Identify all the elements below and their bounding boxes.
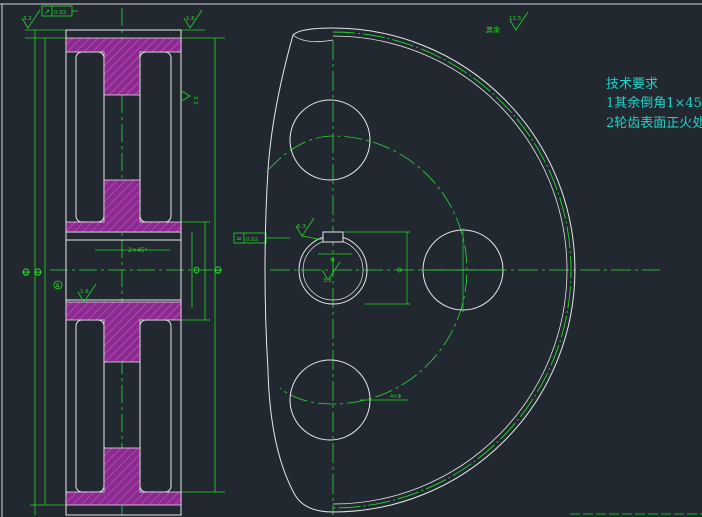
keyway xyxy=(322,231,344,243)
notes-line-1: 1其余倒角1×45° xyxy=(606,95,702,111)
tolerance-frame-top: ↗ 0.02 xyxy=(41,5,78,17)
tolerance-mid-symbol: = xyxy=(236,235,242,243)
roughness-lower-left: 1.6 xyxy=(77,283,97,303)
roughness-top-right: 其余 12.5 xyxy=(486,11,529,34)
hatch-upper-hub xyxy=(65,179,182,233)
roughness-top-left-value: 3.2 xyxy=(23,16,32,22)
tolerance-top-value: 0.02 xyxy=(54,10,66,16)
roughness-right-side-value: 3.2 xyxy=(192,96,198,105)
roughness-top-mid: 1.6 xyxy=(181,9,205,31)
roughness-keyway-bottom-value: 3.2 xyxy=(323,278,332,284)
hatch-lower-hub xyxy=(65,301,182,363)
roughness-top-right-label: 其余 xyxy=(486,25,500,34)
roughness-lower-left-value: 1.6 xyxy=(80,289,89,295)
roughness-keyway: 6.3 xyxy=(295,217,324,241)
hatch-bottom-rim xyxy=(65,447,182,506)
chamfer-label: 2×45° xyxy=(128,247,147,254)
gear-drawing-canvas: Φ Φ Φ Φ 2×45° A 3.2 ↗ 0.02 1.6 3.2 1.6 =… xyxy=(0,3,702,517)
tolerance-frame-mid: = 0.02 xyxy=(233,232,290,244)
technical-requirements: 技术要求 1其余倒角1×45° 2轮齿表面正火处理 xyxy=(606,77,702,131)
left-mid-dim-label: Φ xyxy=(32,267,45,276)
right-outer-dim-label: Φ xyxy=(212,265,225,274)
hole-center-marks xyxy=(420,228,506,312)
hole-label: 4×Φ xyxy=(390,394,401,400)
roughness-top-mid-value: 1.6 xyxy=(186,16,195,22)
hatched-sections xyxy=(65,37,182,506)
gear-rim-outline xyxy=(65,29,182,516)
roughness-top-left: 3.2 xyxy=(21,9,41,29)
roughness-keyway-value: 6.3 xyxy=(297,224,306,230)
roughness-top-right-value: 12.5 xyxy=(509,16,522,22)
notes-title: 技术要求 xyxy=(606,77,658,92)
web-recesses xyxy=(75,51,172,493)
roughness-keyway-bottom: 3.2 xyxy=(321,261,341,284)
roughness-right-side: 3.2 xyxy=(179,89,198,105)
tolerance-mid-value: 0.02 xyxy=(246,237,258,243)
lightening-hole-top xyxy=(289,99,371,181)
section-view: Φ Φ Φ Φ 2×45° A 3.2 ↗ 0.02 1.6 3.2 1.6 =… xyxy=(20,5,290,516)
bore-depth-label: Φ xyxy=(396,267,404,273)
key-width-label: Φ xyxy=(330,257,335,264)
top-edge-notch xyxy=(292,34,334,43)
hatch-top-rim xyxy=(65,37,182,96)
notes-line-2: 2轮齿表面正火处理 xyxy=(606,116,702,131)
tolerance-top-symbol: ↗ xyxy=(44,8,50,16)
bore-dim-label: Φ xyxy=(192,266,203,274)
